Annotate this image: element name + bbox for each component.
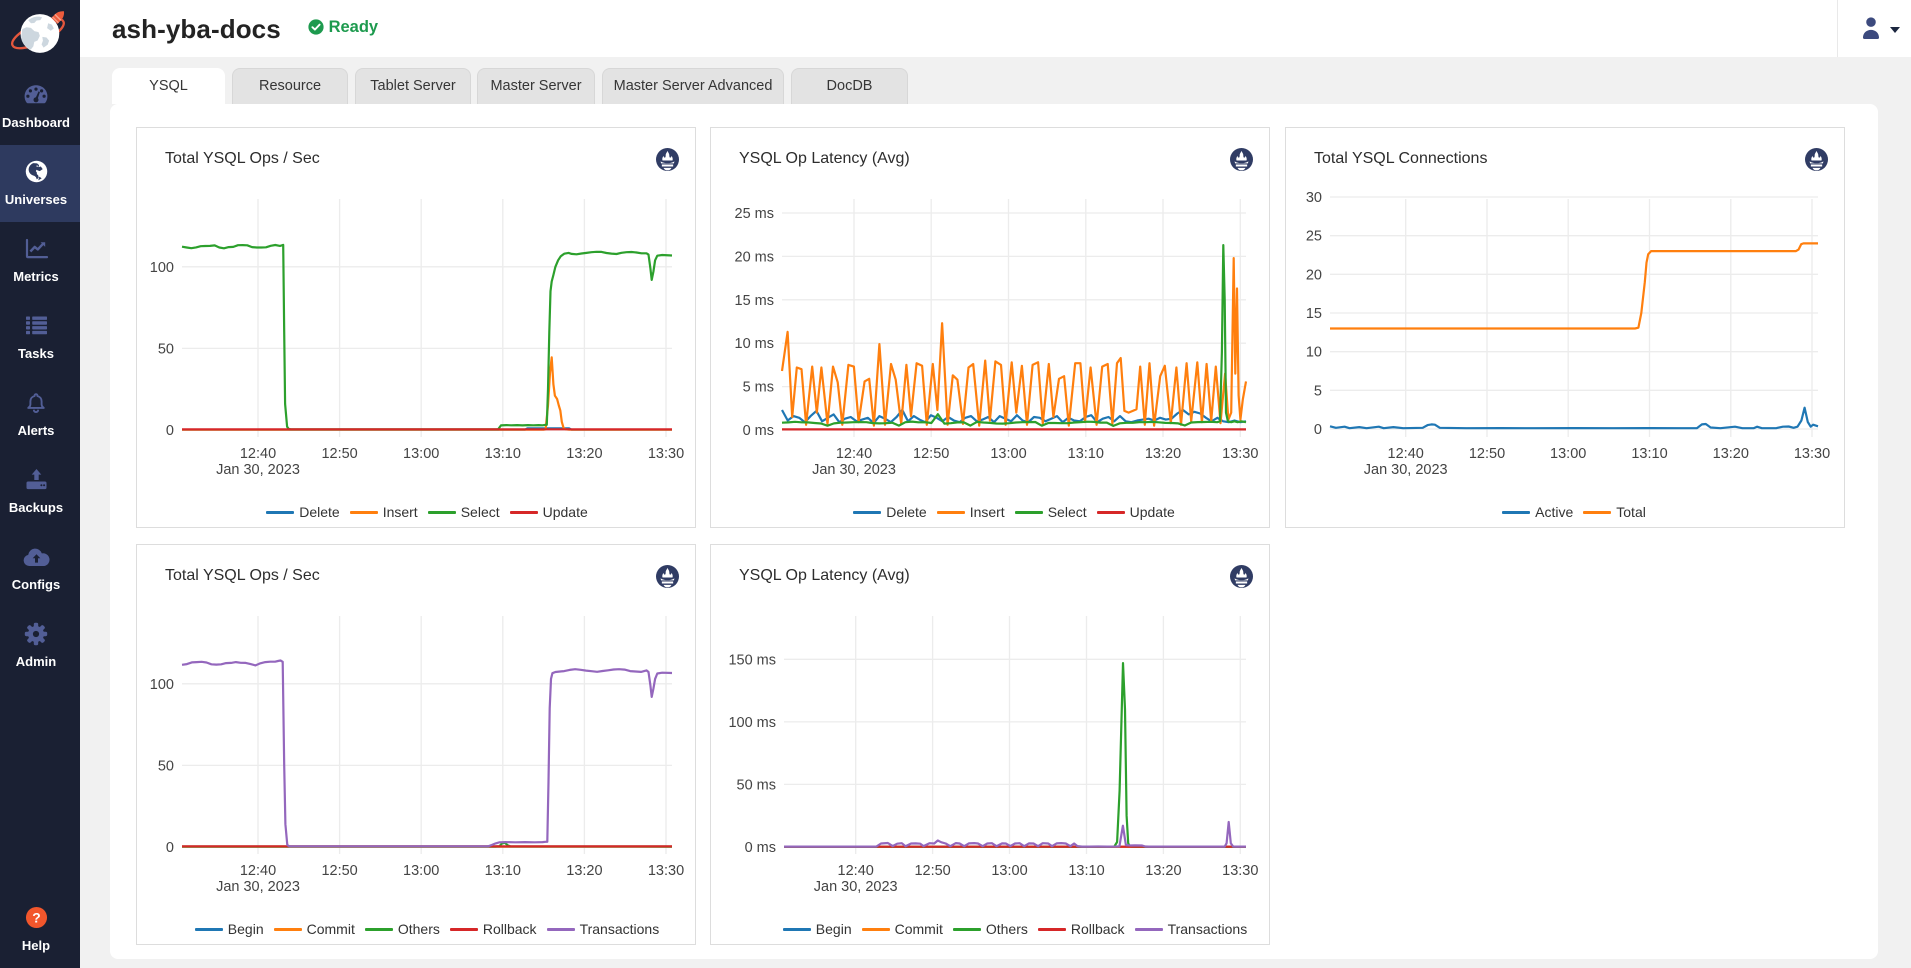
svg-text:0 ms: 0 ms — [745, 840, 776, 856]
svg-text:Jan 30, 2023: Jan 30, 2023 — [814, 879, 898, 895]
svg-text:100: 100 — [150, 260, 174, 276]
svg-text:13:20: 13:20 — [566, 863, 602, 879]
svg-text:13:30: 13:30 — [1222, 446, 1258, 462]
svg-text:25 ms: 25 ms — [735, 206, 775, 222]
svg-text:12:50: 12:50 — [321, 446, 357, 462]
svg-text:150 ms: 150 ms — [728, 652, 776, 668]
svg-text:13:00: 13:00 — [403, 863, 439, 879]
svg-text:10: 10 — [1306, 345, 1322, 361]
svg-text:13:00: 13:00 — [991, 863, 1027, 879]
svg-text:50 ms: 50 ms — [737, 777, 777, 793]
svg-text:13:00: 13:00 — [403, 446, 439, 462]
svg-text:12:50: 12:50 — [913, 446, 949, 462]
svg-text:12:50: 12:50 — [914, 863, 950, 879]
svg-text:25: 25 — [1306, 229, 1322, 245]
svg-text:0: 0 — [166, 423, 174, 439]
svg-text:Jan 30, 2023: Jan 30, 2023 — [216, 462, 300, 478]
svg-text:100 ms: 100 ms — [728, 715, 776, 731]
svg-text:13:10: 13:10 — [485, 446, 521, 462]
svg-text:12:40: 12:40 — [1388, 446, 1424, 462]
svg-text:0: 0 — [1314, 422, 1322, 438]
svg-text:13:10: 13:10 — [1068, 863, 1104, 879]
svg-text:Jan 30, 2023: Jan 30, 2023 — [216, 879, 300, 895]
svg-text:5: 5 — [1314, 383, 1322, 399]
svg-text:30: 30 — [1306, 190, 1322, 206]
svg-text:5 ms: 5 ms — [743, 380, 774, 396]
svg-text:Jan 30, 2023: Jan 30, 2023 — [1364, 462, 1448, 478]
svg-text:12:50: 12:50 — [321, 863, 357, 879]
svg-text:13:20: 13:20 — [1145, 863, 1181, 879]
svg-text:Jan 30, 2023: Jan 30, 2023 — [812, 462, 896, 478]
svg-text:13:20: 13:20 — [566, 446, 602, 462]
svg-text:13:00: 13:00 — [990, 446, 1026, 462]
svg-text:12:40: 12:40 — [836, 446, 872, 462]
svg-text:0: 0 — [166, 840, 174, 856]
svg-text:100: 100 — [150, 677, 174, 693]
svg-text:12:40: 12:40 — [838, 863, 874, 879]
svg-text:13:30: 13:30 — [648, 863, 684, 879]
svg-text:12:50: 12:50 — [1469, 446, 1505, 462]
svg-text:50: 50 — [158, 341, 174, 357]
svg-text:13:10: 13:10 — [1631, 446, 1667, 462]
svg-text:15 ms: 15 ms — [735, 293, 775, 309]
svg-text:12:40: 12:40 — [240, 863, 276, 879]
svg-text:10 ms: 10 ms — [735, 336, 775, 352]
svg-text:13:30: 13:30 — [1222, 863, 1258, 879]
svg-text:13:10: 13:10 — [1068, 446, 1104, 462]
svg-text:0 ms: 0 ms — [743, 423, 774, 439]
svg-text:13:30: 13:30 — [1794, 446, 1830, 462]
svg-text:20 ms: 20 ms — [735, 249, 775, 265]
svg-text:20: 20 — [1306, 267, 1322, 283]
svg-text:13:20: 13:20 — [1713, 446, 1749, 462]
svg-text:?: ? — [32, 909, 40, 925]
svg-text:13:00: 13:00 — [1550, 446, 1586, 462]
svg-text:13:20: 13:20 — [1145, 446, 1181, 462]
svg-text:15: 15 — [1306, 306, 1322, 322]
svg-text:13:10: 13:10 — [485, 863, 521, 879]
svg-text:13:30: 13:30 — [648, 446, 684, 462]
svg-text:12:40: 12:40 — [240, 446, 276, 462]
svg-text:50: 50 — [158, 758, 174, 774]
